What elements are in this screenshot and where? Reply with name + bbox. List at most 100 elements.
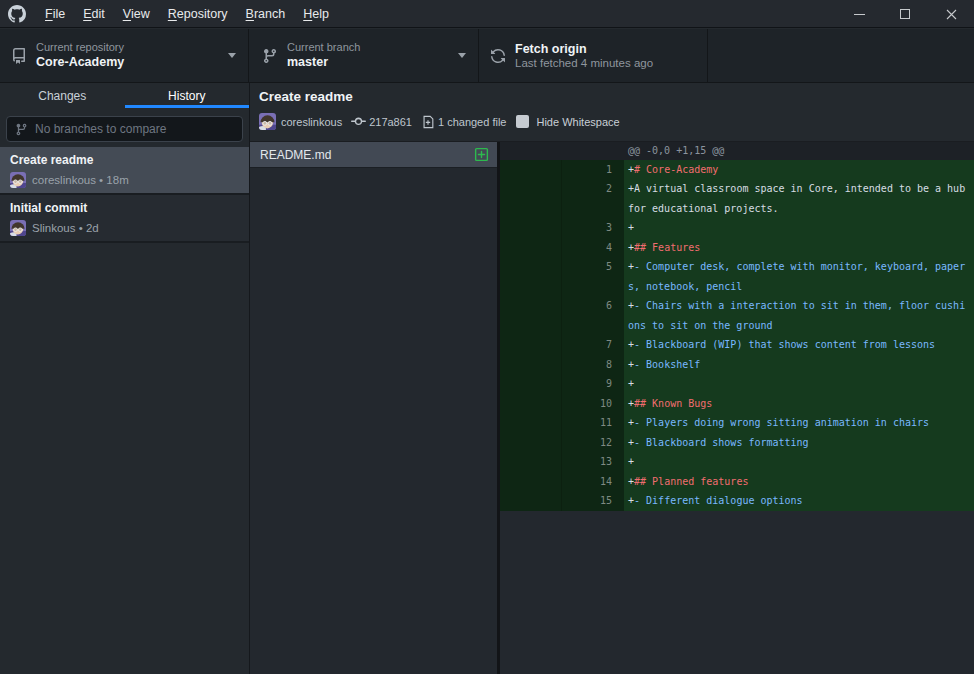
diff-gutter-old — [500, 335, 562, 355]
diff-line-content: + — [624, 452, 974, 472]
diff-gutter-old — [500, 179, 562, 218]
menu-file[interactable]: File — [36, 0, 74, 27]
repository-switcher[interactable]: Current repository Core-Academy — [0, 29, 249, 82]
diff-gutter-old — [500, 238, 562, 258]
diff-line: 4+## Features — [500, 238, 974, 258]
github-logo-icon — [8, 5, 26, 23]
menu-help[interactable]: Help — [294, 0, 338, 27]
menu-repository[interactable]: Repository — [159, 0, 237, 27]
commit-title: Create readme — [259, 89, 974, 104]
diff-line-content: +- Players doing wrong sitting animation… — [624, 413, 974, 433]
diff-line-content: +## Features — [624, 238, 974, 258]
diff-line-number: 2 — [562, 179, 624, 218]
minimize-button[interactable] — [836, 0, 882, 28]
changed-files-count: 1 changed file — [438, 116, 507, 128]
menu-bar: FileEditViewRepositoryBranchHelp — [0, 0, 974, 28]
fetch-subtitle: Last fetched 4 minutes ago — [515, 56, 653, 70]
diff-line: 7+- Blackboard (WIP) that shows content … — [500, 335, 974, 355]
filter-placeholder: No branches to compare — [35, 122, 166, 136]
diff-line: 10+## Known Bugs — [500, 394, 974, 414]
diff-line: 14+## Planned features — [500, 472, 974, 492]
tab-changes[interactable]: Changes — [0, 83, 125, 108]
hide-whitespace-checkbox[interactable] — [516, 115, 529, 128]
diff-gutter-old — [500, 452, 562, 472]
diff-gutter-old — [500, 491, 562, 511]
diff-line-content: +A virtual classroom space in Core, inte… — [624, 179, 974, 218]
changed-file-icon — [421, 115, 435, 129]
diff-line-number: 15 — [562, 491, 624, 511]
toolbar: Current repository Core-Academy Current … — [0, 29, 974, 83]
diff-line-number: 7 — [562, 335, 624, 355]
commit-sha: 217a861 — [369, 116, 412, 128]
window-controls — [836, 0, 974, 27]
diff-line: 11+- Players doing wrong sitting animati… — [500, 413, 974, 433]
commit-meta-row: coreslinkous 217a861 1 changed file Hide… — [259, 113, 974, 130]
diff-gutter-old — [500, 355, 562, 375]
diff-line-number: 14 — [562, 472, 624, 492]
maximize-button[interactable] — [882, 0, 928, 28]
avatar — [10, 172, 26, 188]
fetch-title: Fetch origin — [515, 42, 653, 56]
repo-icon — [11, 48, 27, 64]
diff-line: 3+ — [500, 218, 974, 238]
diff-line-content: +- Computer desk, complete with monitor,… — [624, 257, 974, 296]
diff-line-content: +# Core-Academy — [624, 160, 974, 180]
diff-line-number: 6 — [562, 296, 624, 335]
diff-line-number — [562, 142, 624, 160]
file-list-panel: README.md — [250, 142, 497, 674]
branch-filter-input[interactable]: No branches to compare — [6, 116, 243, 142]
diff-gutter-old — [500, 257, 562, 296]
diff-gutter-old — [500, 394, 562, 414]
close-button[interactable] — [928, 0, 974, 28]
diff-hunk-header: @@ -0,0 +1,15 @@ — [500, 142, 974, 160]
diff-line-content: +## Known Bugs — [624, 394, 974, 414]
menu-view[interactable]: View — [114, 0, 159, 27]
diff-line-number: 9 — [562, 374, 624, 394]
chevron-down-icon — [228, 53, 236, 58]
diff-line-content: + — [624, 374, 974, 394]
diff-line-number: 8 — [562, 355, 624, 375]
branch-name: master — [287, 55, 360, 70]
commit-list: Create readme coreslinkous • 18m Initial c… — [0, 147, 249, 243]
tab-history[interactable]: History — [125, 83, 250, 108]
file-list-item[interactable]: README.md — [250, 142, 497, 168]
branch-label: Current branch — [287, 41, 360, 54]
avatar — [10, 220, 26, 236]
diff-line: 1+# Core-Academy — [500, 160, 974, 180]
diff-line-content: + — [624, 218, 974, 238]
diff-line-content: +- Bookshelf — [624, 355, 974, 375]
sync-icon — [490, 48, 506, 64]
menu-edit[interactable]: Edit — [74, 0, 114, 27]
diff-line-content: +- Blackboard shows formatting — [624, 433, 974, 453]
git-branch-icon — [262, 48, 278, 64]
commit-row-title: Initial commit — [10, 201, 249, 216]
hide-whitespace-label[interactable]: Hide Whitespace — [536, 116, 619, 128]
branch-switcher[interactable]: Current branch master — [249, 29, 479, 82]
repository-name: Core-Academy — [36, 55, 124, 70]
git-commit-icon — [351, 114, 366, 129]
file-name: README.md — [260, 148, 474, 162]
branch-filter-row: No branches to compare — [0, 108, 249, 142]
commit-row[interactable]: Create readme coreslinkous • 18m — [0, 147, 249, 195]
diff-line-content: +- Blackboard (WIP) that shows content f… — [624, 335, 974, 355]
fetch-origin-button[interactable]: Fetch origin Last fetched 4 minutes ago — [479, 29, 708, 82]
diff-line: 15+- Different dialogue options — [500, 491, 974, 511]
sidebar: Changes History No branches to compare C… — [0, 83, 250, 674]
diff-gutter-old — [500, 142, 562, 160]
menu-branch[interactable]: Branch — [237, 0, 295, 27]
diff-gutter-old — [500, 413, 562, 433]
diff-line: 6+- Chairs with a interaction to sit in … — [500, 296, 974, 335]
commit-row[interactable]: Initial commitSlinkous • 2d — [0, 195, 249, 243]
diff-line-number: 1 — [562, 160, 624, 180]
diff-line-content: @@ -0,0 +1,15 @@ — [624, 142, 974, 160]
commit-row-title: Create readme — [10, 153, 249, 168]
diff-line: 8+- Bookshelf — [500, 355, 974, 375]
git-branch-icon — [15, 123, 28, 136]
diff-gutter-old — [500, 433, 562, 453]
diff-line-number: 11 — [562, 413, 624, 433]
diff-line-number: 12 — [562, 433, 624, 453]
commit-row-meta: coreslinkous • 18m — [10, 172, 249, 188]
diff-line: 9+ — [500, 374, 974, 394]
diff-line: 5+- Computer desk, complete with monitor… — [500, 257, 974, 296]
diff-gutter-old — [500, 160, 562, 180]
